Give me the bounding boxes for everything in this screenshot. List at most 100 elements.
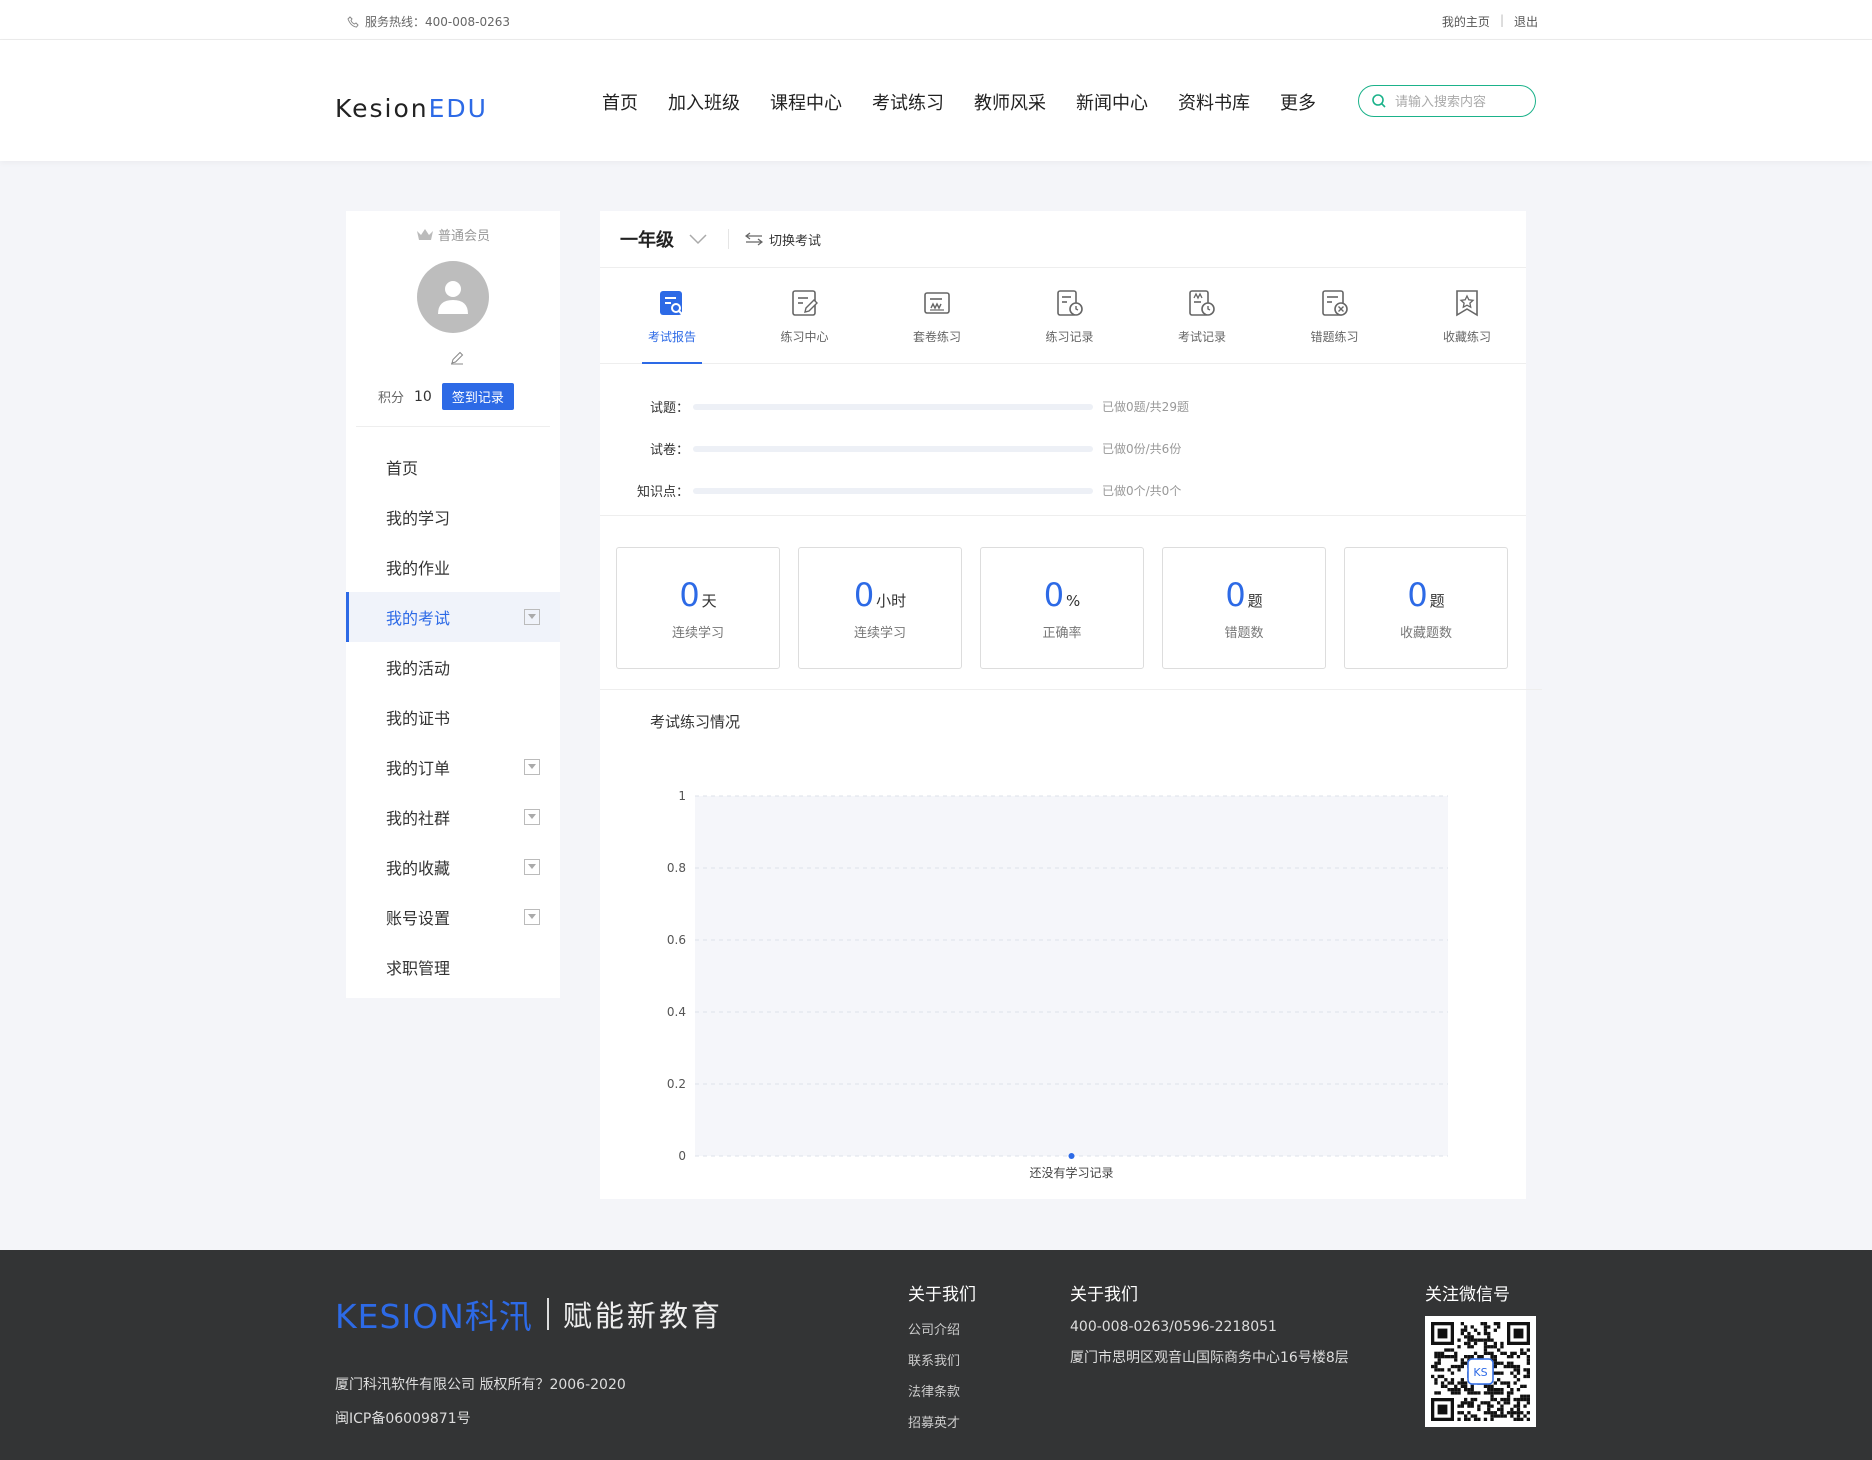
footer-phone: 400-008-0263/0596-2218051 [1070,1319,1277,1335]
nav-item-more[interactable]: 更多 [1280,89,1316,115]
site-logo[interactable]: KesionEDU [335,94,488,123]
stat-label: 正确率 [1042,625,1082,641]
footer-about-column: 关于我们 公司介绍 联系我们 法律条款 招募英才 [908,1280,976,1443]
sidebar-item-favorites[interactable]: 我的收藏 [346,842,560,892]
stat-card-study-hours: 0 小时 连续学习 [798,547,962,669]
expand-arrow-icon[interactable] [524,759,540,775]
search-input[interactable] [1395,93,1525,109]
tab-practice-center[interactable]: 练习中心 [750,268,860,364]
switch-exam-button[interactable]: 切换考试 [745,230,821,249]
user-sidebar: 普通会员 积分 10 签到记录 首页我的学习我的作业我的考试我的活动我的证书我的… [346,211,560,998]
progress-label: 试题： [649,401,689,416]
swap-icon [745,232,763,246]
top-strip: 服务热线：400-008-0263 我的主页 | 退出 [0,0,1872,40]
tab-favorite-practice[interactable]: 收藏练习 [1412,268,1522,364]
y-tick-label: 0.4 [667,1005,686,1019]
footer-link-contact[interactable]: 联系我们 [908,1350,976,1369]
search-icon[interactable] [1371,93,1387,109]
sidebar-item-label: 我的作业 [386,559,451,578]
sidebar-item-groups[interactable]: 我的社群 [346,792,560,842]
points-row: 积分 10 签到记录 [378,383,514,410]
grade-select[interactable]: 一年级 [620,226,674,252]
footer-link-jobs[interactable]: 招募英才 [908,1412,976,1431]
progress-row-questions: 试题： 已做0题/共29题 [600,397,1189,416]
chevron-down-icon[interactable] [688,233,708,245]
progress-block: 试题： 已做0题/共29题 试卷： 已做0份/共6份 知识点： 已做0个/共0个 [600,364,1526,516]
nav-item-join-class[interactable]: 加入班级 [668,89,740,115]
stat-unit: 题 [1429,591,1445,610]
footer-wechat-title: 关注微信号 [1425,1285,1510,1305]
expand-arrow-icon[interactable] [524,859,540,875]
logout-link[interactable]: 退出 [1514,13,1538,30]
stat-card-study-days: 0 天连续学习 [616,547,780,669]
stats-cards: 0 天连续学习 0 小时 连续学习 0% 正确率 0 题错题数 0 题收藏题数 [616,547,1508,669]
points-label: 积分 [378,391,405,406]
tab-paper-set[interactable]: 套卷练习 [882,268,992,364]
footer-about-title: 关于我们 [908,1285,976,1305]
avatar[interactable] [417,261,489,333]
member-level: 普通会员 [346,225,560,244]
tab-report[interactable]: 考试报告 [617,268,727,364]
nav-item-teachers[interactable]: 教师风采 [974,89,1046,115]
tab-exam-records[interactable]: 考试记录 [1147,268,1257,364]
tab-wrong-questions[interactable]: 错题练习 [1280,268,1390,364]
footer-link-legal[interactable]: 法律条款 [908,1381,976,1400]
sidebar-item-label: 我的社群 [386,809,451,828]
sign-record-button[interactable]: 签到记录 [441,383,514,410]
sidebar-item-home[interactable]: 首页 [346,442,560,492]
tab-label: 收藏练习 [1442,330,1491,344]
nav-item-news[interactable]: 新闻中心 [1076,89,1148,115]
tab-practice-records[interactable]: 练习记录 [1015,268,1125,364]
sidebar-item-jobs[interactable]: 求职管理 [346,942,560,992]
my-home-link[interactable]: 我的主页 [1442,13,1490,30]
expand-arrow-icon[interactable] [524,909,540,925]
nav-item-library[interactable]: 资料书库 [1178,89,1250,115]
user-links: 我的主页 | 退出 [1442,13,1538,30]
footer-link-company[interactable]: 公司介绍 [908,1319,976,1338]
nav-item-courses[interactable]: 课程中心 [770,89,842,115]
sidebar-item-label: 首页 [386,459,419,478]
sidebar-item-label: 我的订单 [386,759,451,778]
chart-title: 考试练习情况 [650,713,741,731]
progress-info: 已做0题/共29题 [1102,400,1189,414]
nav-item-home[interactable]: 首页 [602,89,638,115]
wechat-qr-code: KS [1425,1316,1536,1427]
bookmark-star-icon [1456,290,1478,317]
expand-arrow-icon[interactable] [524,809,540,825]
logo-main: Kesion [335,94,429,123]
progress-row-knowledge-points: 知识点： 已做0个/共0个 [600,481,1181,500]
footer-address: 厦门市思明区观音山国际商务中心16号楼8层 [1070,1350,1349,1366]
stat-value: 0 小时 [854,576,906,614]
sidebar-item-exams[interactable]: 我的考试 [346,592,560,642]
y-tick-label: 1 [678,789,686,803]
progress-label: 试卷： [649,443,689,458]
grade-bar: 一年级 切换考试 [600,211,1526,268]
sidebar-item-label: 我的活动 [386,659,451,678]
sidebar-item-label: 我的证书 [386,709,451,728]
y-tick-label: 0.2 [667,1077,686,1091]
progress-bar [693,403,1093,410]
progress-label: 知识点： [636,485,689,500]
footer-logo: KESION科汛 赋能新教育 [335,1290,723,1338]
header: KesionEDU 首页 加入班级 课程中心 考试练习 教师风采 新闻中心 资料… [0,40,1872,161]
nav-item-exams[interactable]: 考试练习 [872,89,944,115]
sidebar-item-homework[interactable]: 我的作业 [346,542,560,592]
main-panel: 一年级 切换考试 考试报告 练习中心 套卷练习 练习记录 考试记录 错题练习 收藏练习 试题… [600,211,1542,1199]
sidebar-item-orders[interactable]: 我的订单 [346,742,560,792]
sidebar-item-activities[interactable]: 我的活动 [346,642,560,692]
icp-number[interactable]: 闽ICP备06009871号 [335,1408,471,1428]
expand-arrow-icon[interactable] [524,609,540,625]
stat-number: 0 [679,575,700,614]
doc-x-icon [1321,290,1348,316]
phone-icon [347,15,359,28]
sidebar-menu: 首页我的学习我的作业我的考试我的活动我的证书我的订单我的社群我的收藏 账号设置 求职… [346,442,560,992]
stat-value: 0题 [1225,576,1262,614]
qr-code-icon: KS [1431,1322,1530,1421]
edit-icon[interactable] [450,351,464,365]
stat-card-favorite-count: 0 题收藏题数 [1344,547,1508,669]
sidebar-item-study[interactable]: 我的学习 [346,492,560,542]
sidebar-item-certificates[interactable]: 我的证书 [346,692,560,742]
search-box[interactable] [1358,85,1536,117]
user-icon [438,281,468,314]
sidebar-item-account[interactable]: 账号设置 [346,892,560,942]
